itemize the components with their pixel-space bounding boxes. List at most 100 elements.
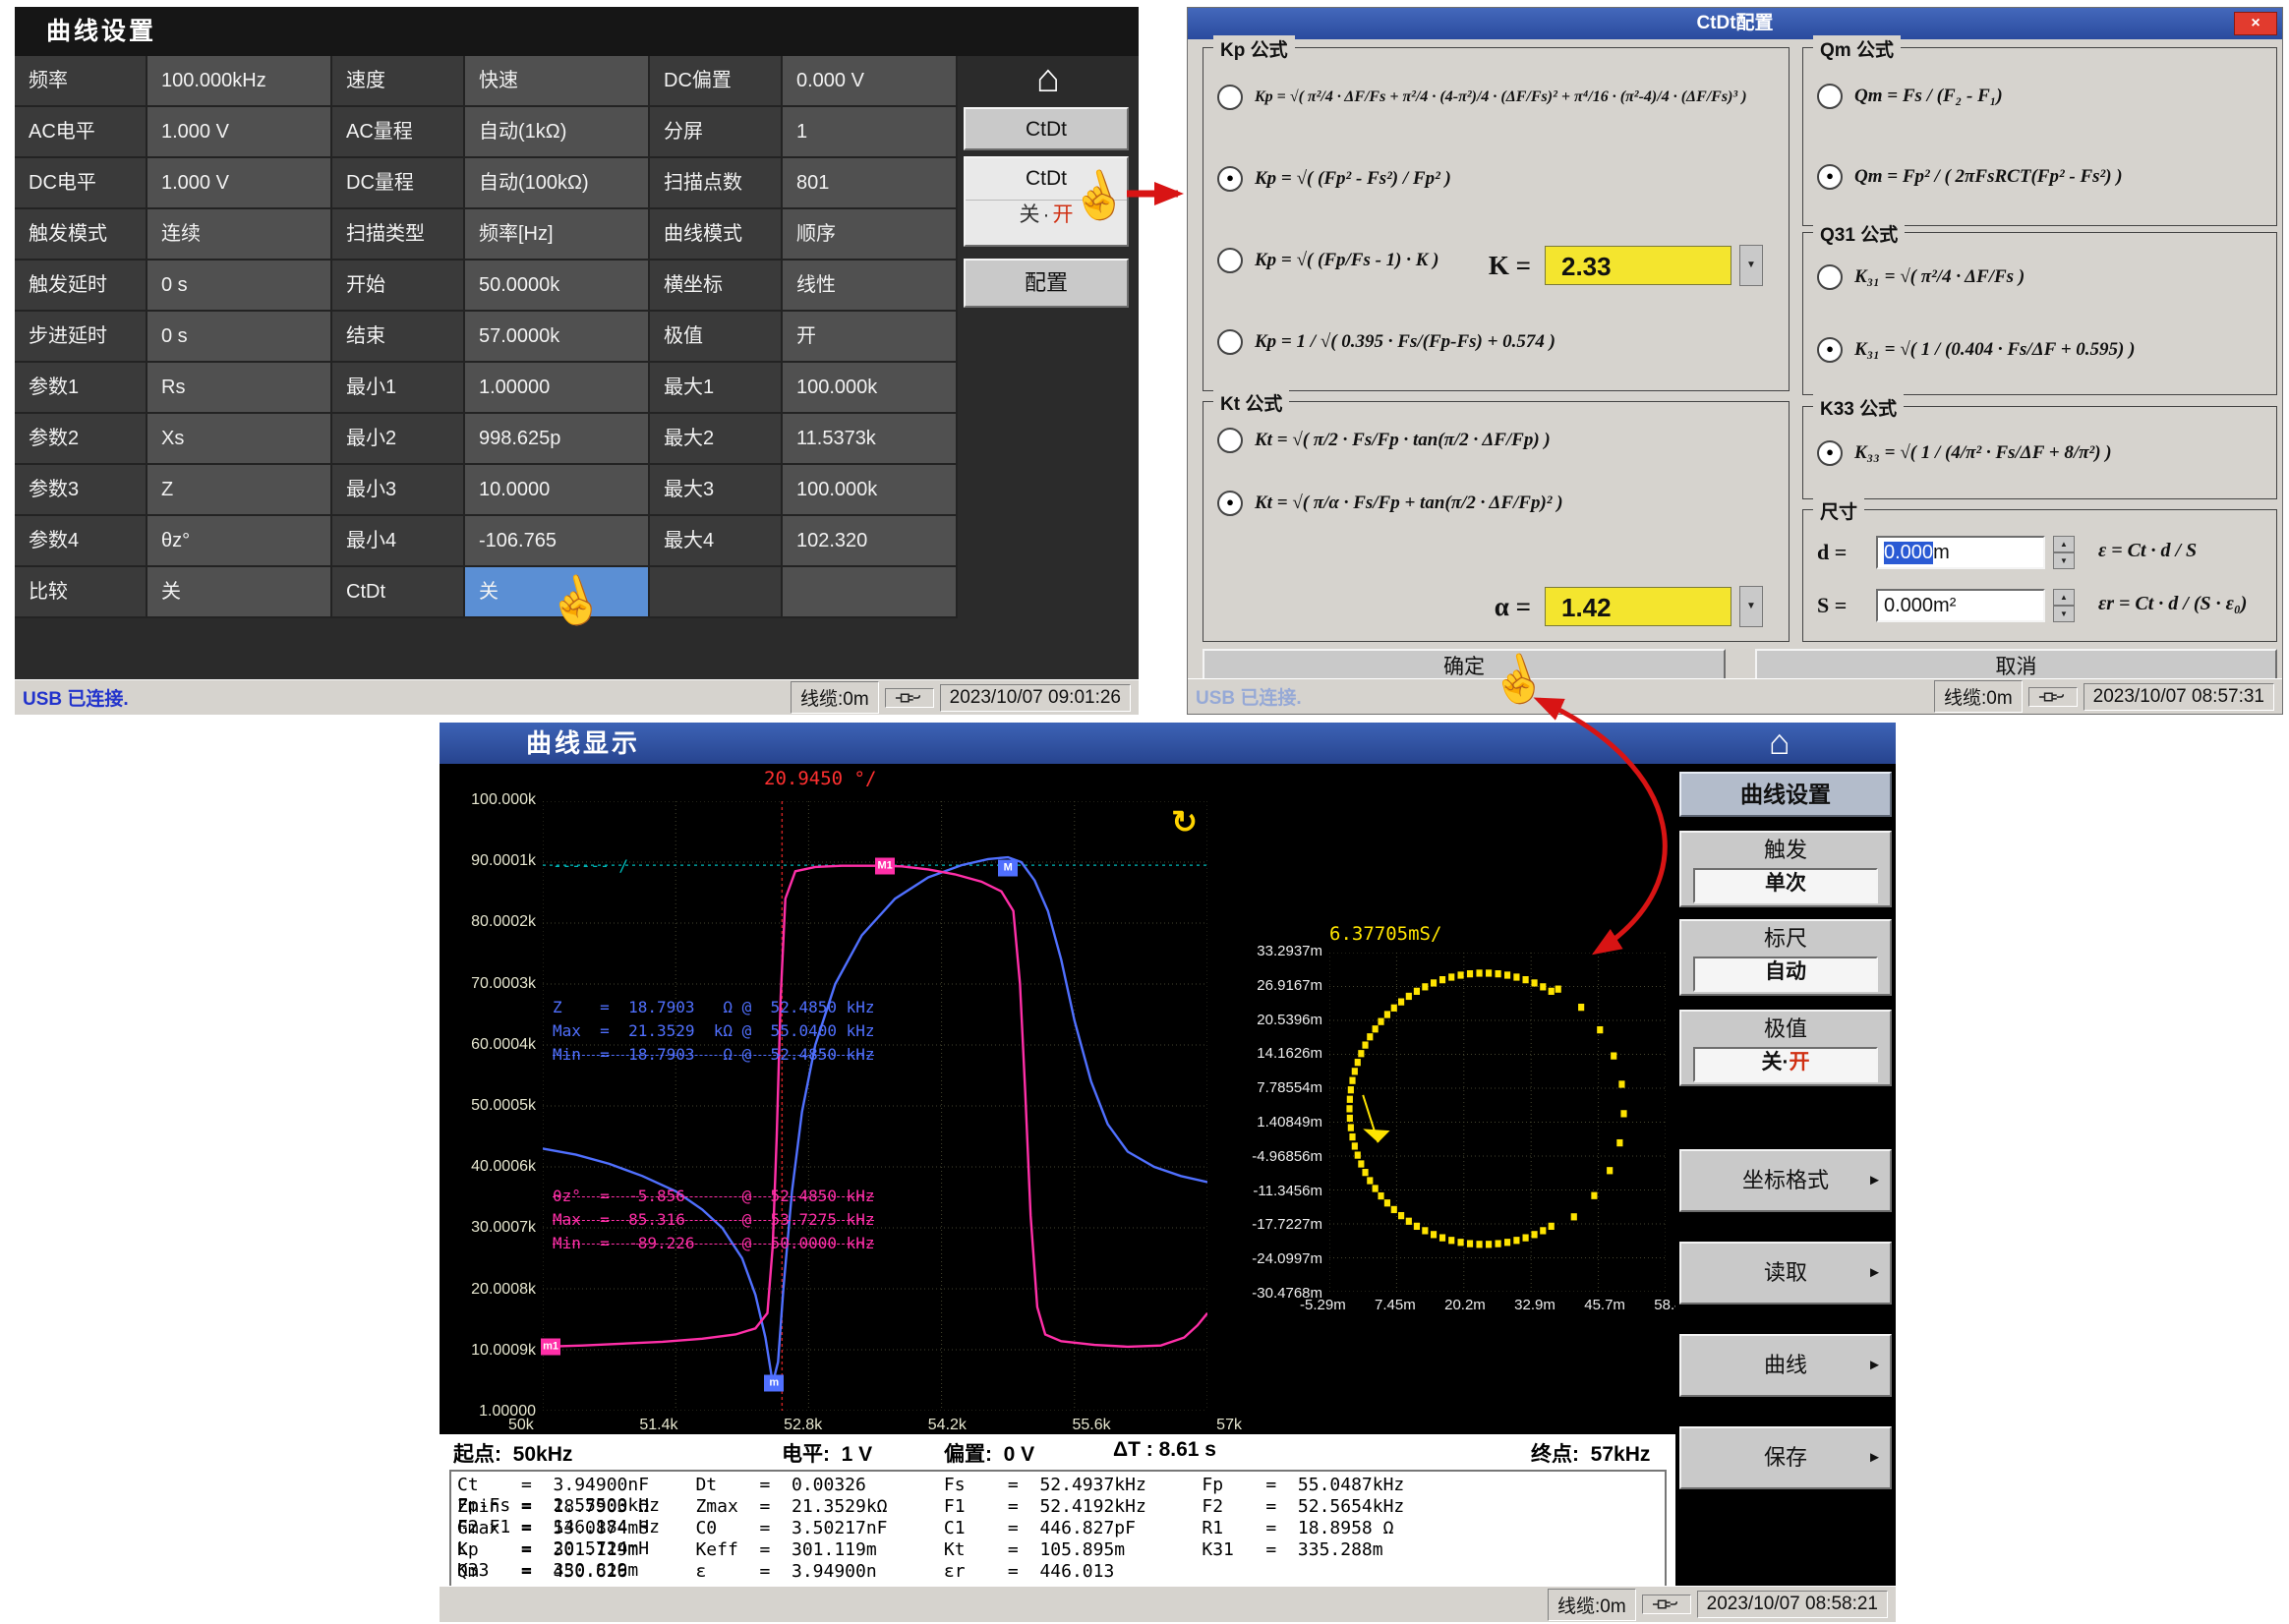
- setting-value[interactable]: 频率[Hz]: [465, 209, 650, 261]
- trace-marker: M: [998, 860, 1018, 877]
- formula-option[interactable]: ● Kt = √( π/α · Fs/Fp + tan(π/2 · ΔF/Fp)…: [1209, 491, 1783, 516]
- on-label[interactable]: 开: [1053, 203, 1074, 226]
- results-row: Ct = 3.94900nF Dt = 0.00326 Fs = 52.4937…: [457, 1475, 1659, 1496]
- off-label[interactable]: 关: [1762, 1051, 1783, 1073]
- formula-option[interactable]: ● Kp = √( (Fp² - Fs²) / Fp² ): [1209, 166, 1783, 192]
- setting-value[interactable]: Xs: [147, 414, 332, 465]
- setting-value[interactable]: Z: [147, 465, 332, 516]
- softkey-group[interactable]: 触发 单次: [1679, 831, 1892, 907]
- setting-value[interactable]: 顺序: [783, 209, 958, 261]
- spin-up-icon[interactable]: ▲: [2053, 536, 2075, 552]
- formula-option[interactable]: Kp = 1 / √( 0.395 · Fs/(Fp-Fs) + 0.574 ): [1209, 329, 1783, 355]
- radio-button[interactable]: [1217, 85, 1243, 110]
- softkey-group[interactable]: 标尺 自动: [1679, 919, 1892, 996]
- setting-value[interactable]: 连续: [147, 209, 332, 261]
- setting-value[interactable]: 1.000 V: [147, 107, 332, 158]
- softkey-value[interactable]: 单次: [1693, 868, 1878, 903]
- home-icon[interactable]: ⌂: [1769, 723, 1790, 762]
- radio-button[interactable]: [1217, 329, 1243, 355]
- off-label[interactable]: 关: [1020, 203, 1040, 226]
- setting-value[interactable]: -106.765: [465, 516, 650, 567]
- radio-button[interactable]: [1817, 264, 1843, 290]
- radio-button[interactable]: ●: [1217, 491, 1243, 516]
- dropdown-arrow-icon[interactable]: ▼: [1739, 245, 1763, 286]
- kt-formula-group: Kt 公式 Kt = √( π/2 · Fs/Fp · tan(π/2 · ΔF…: [1203, 401, 1790, 642]
- sidebar-header-curve-settings[interactable]: 曲线设置: [1679, 772, 1892, 817]
- result-cell: F2 = 52.5654kHz: [1202, 1496, 1455, 1517]
- formula-option[interactable]: Kt = √( π/2 · Fs/Fp · tan(π/2 · ΔF/Fp) ): [1209, 428, 1783, 453]
- radio-button[interactable]: [1217, 428, 1243, 453]
- spin-up-icon[interactable]: ▲: [2053, 589, 2075, 606]
- radio-button[interactable]: [1217, 248, 1243, 273]
- d-spinner[interactable]: ▲▼: [2053, 536, 2075, 569]
- formula-option[interactable]: Qm = Fs / (F₂ - F₁): [1809, 84, 2270, 109]
- group-title: Qm 公式: [1813, 35, 1901, 62]
- setting-value[interactable]: 11.5373k: [783, 414, 958, 465]
- admittance-circle-plot[interactable]: [1329, 953, 1666, 1292]
- spin-down-icon[interactable]: ▼: [2053, 606, 2075, 622]
- setting-value[interactable]: 102.320: [783, 516, 958, 567]
- setting-value[interactable]: 0 s: [147, 312, 332, 363]
- setting-value[interactable]: 关: [147, 567, 332, 618]
- y-axis-tick-label: -17.7227m: [1252, 1216, 1322, 1233]
- softkey-menu-button[interactable]: 读取 ►: [1679, 1242, 1892, 1305]
- setting-value[interactable]: 998.625p: [465, 414, 650, 465]
- softkey-menu-button[interactable]: 坐标格式 ►: [1679, 1149, 1892, 1212]
- setting-value[interactable]: 10.0000: [465, 465, 650, 516]
- radio-button[interactable]: ●: [1217, 166, 1243, 192]
- setting-value[interactable]: 自动(100kΩ): [465, 158, 650, 209]
- radio-button[interactable]: ●: [1817, 164, 1843, 190]
- refresh-icon[interactable]: ↻: [1171, 803, 1198, 841]
- setting-value[interactable]: θz°: [147, 516, 332, 567]
- setting-value[interactable]: 100.000kHz: [147, 56, 332, 107]
- setting-value[interactable]: 801: [783, 158, 958, 209]
- ctdt-tab[interactable]: CtDt: [964, 107, 1129, 150]
- y-axis-tick-label: 50.0005k: [471, 1097, 536, 1115]
- softkey-menu-button[interactable]: 曲线 ►: [1679, 1334, 1892, 1397]
- alpha-value-input[interactable]: 1.42: [1545, 587, 1731, 626]
- ctdt-onoff-toggle[interactable]: 关·开: [966, 200, 1127, 230]
- formula-option[interactable]: K₃₁ = √( π²/4 · ΔF/Fs ): [1809, 264, 2270, 290]
- close-button[interactable]: ×: [2234, 12, 2277, 35]
- dropdown-arrow-icon[interactable]: ▼: [1739, 586, 1763, 627]
- setting-value[interactable]: 1.00000: [465, 363, 650, 414]
- k-value-input[interactable]: 2.33: [1545, 246, 1731, 285]
- setting-value[interactable]: 关: [465, 567, 650, 618]
- spin-down-icon[interactable]: ▼: [2053, 552, 2075, 569]
- formula-option[interactable]: ● Qm = Fp² / ( 2πFsRCT(Fp² - Fs²) ): [1809, 164, 2270, 190]
- radio-button[interactable]: ●: [1817, 440, 1843, 466]
- formula-option[interactable]: ● K₃₃ = √( 1 / (4/π² · Fs/ΔF + 8/π²) ): [1809, 440, 2270, 466]
- setting-value[interactable]: 0.000 V: [783, 56, 958, 107]
- softkey-group-extremum[interactable]: 极值 关·开: [1679, 1010, 1892, 1086]
- setting-value[interactable]: 57.0000k: [465, 312, 650, 363]
- s-spinner[interactable]: ▲▼: [2053, 589, 2075, 622]
- dialog-titlebar[interactable]: CtDt配置 ×: [1188, 8, 2282, 39]
- radio-button[interactable]: ●: [1817, 337, 1843, 363]
- extremum-onoff-toggle[interactable]: 关·开: [1693, 1047, 1878, 1082]
- d-value-input[interactable]: 0.000m: [1876, 536, 2045, 569]
- config-button[interactable]: 配置: [964, 259, 1129, 308]
- formula-option[interactable]: Kp = √( π²/4 · ΔF/Fs + π²/4 · (4-π²)/4 ·…: [1209, 85, 1783, 110]
- setting-value[interactable]: 1.000 V: [147, 158, 332, 209]
- radio-button[interactable]: [1817, 84, 1843, 109]
- setting-value[interactable]: 快速: [465, 56, 650, 107]
- setting-value[interactable]: 开: [783, 312, 958, 363]
- setting-value[interactable]: 50.0000k: [465, 261, 650, 312]
- softkey-menu-button[interactable]: 保存 ►: [1679, 1426, 1892, 1489]
- setting-value[interactable]: 0 s: [147, 261, 332, 312]
- frequency-sweep-plot[interactable]: ------ / Z = 18.7903 Ω @ 52.4850 kHzMax …: [543, 801, 1207, 1411]
- result-cell: C1 = 446.827pF: [944, 1518, 1198, 1538]
- home-icon[interactable]: ⌂: [958, 56, 1139, 103]
- on-label[interactable]: 开: [1790, 1051, 1810, 1073]
- s-value-input[interactable]: 0.000m²: [1876, 589, 2045, 622]
- setting-value[interactable]: 100.000k: [783, 363, 958, 414]
- formula-text: Kp = √( (Fp/Fs - 1) · K ): [1255, 249, 1439, 272]
- setting-value[interactable]: 自动(1kΩ): [465, 107, 650, 158]
- formula-option[interactable]: ● K₃₁ = √( 1 / (0.404 · Fs/ΔF + 0.595) ): [1809, 337, 2270, 363]
- setting-value[interactable]: Rs: [147, 363, 332, 414]
- setting-value[interactable]: [783, 567, 958, 618]
- softkey-value[interactable]: 自动: [1693, 957, 1878, 992]
- setting-value[interactable]: 100.000k: [783, 465, 958, 516]
- setting-value[interactable]: 1: [783, 107, 958, 158]
- setting-value[interactable]: 线性: [783, 261, 958, 312]
